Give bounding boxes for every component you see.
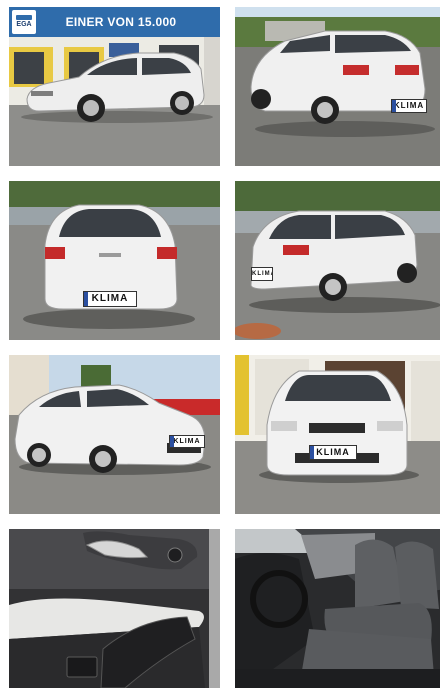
banner-title: EINER VON 15.000 bbox=[65, 15, 177, 29]
dealer-logo-text: EGA bbox=[16, 21, 32, 28]
license-plate-text: KLIMA bbox=[252, 271, 272, 277]
gallery-photo-door-panel[interactable] bbox=[9, 529, 220, 688]
gallery-photo-rear[interactable]: KLIMA bbox=[9, 181, 220, 340]
car-photo bbox=[235, 355, 440, 514]
gallery-photo-front[interactable]: KLIMA bbox=[235, 355, 440, 514]
gallery-photo-rear-left[interactable]: KLIMA bbox=[235, 181, 440, 340]
license-plate-flag bbox=[84, 292, 88, 306]
license-plate: KLIMA bbox=[169, 435, 205, 448]
listing-banner: EGA EINER VON 15.000 bbox=[9, 7, 220, 37]
car-photo bbox=[235, 181, 440, 340]
license-plate-flag bbox=[392, 100, 396, 112]
gallery-photo-front-seats[interactable] bbox=[235, 529, 440, 688]
dealer-logo: EGA bbox=[12, 10, 36, 34]
license-plate-flag bbox=[170, 436, 174, 447]
interior-photo bbox=[235, 529, 440, 688]
license-plate-text: KLIMA bbox=[393, 101, 425, 110]
gallery-photo-front-right[interactable]: KLIMA bbox=[9, 355, 220, 514]
car-photo bbox=[235, 7, 440, 166]
car-photo bbox=[9, 181, 220, 340]
license-plate: KLIMA bbox=[251, 267, 273, 281]
license-plate-flag bbox=[310, 446, 314, 459]
dealer-logo-mark bbox=[16, 15, 32, 20]
license-plate: KLIMA bbox=[83, 291, 137, 307]
license-plate-text: KLIMA bbox=[316, 447, 350, 457]
license-plate: KLIMA bbox=[309, 445, 357, 460]
gallery-photo-front-left[interactable]: EGA EINER VON 15.000 bbox=[9, 7, 220, 166]
license-plate: KLIMA bbox=[391, 99, 427, 113]
gallery-photo-rear-right[interactable]: KLIMA bbox=[235, 7, 440, 166]
interior-photo bbox=[9, 529, 220, 688]
license-plate-text: KLIMA bbox=[173, 438, 201, 445]
license-plate-text: KLIMA bbox=[91, 293, 129, 304]
